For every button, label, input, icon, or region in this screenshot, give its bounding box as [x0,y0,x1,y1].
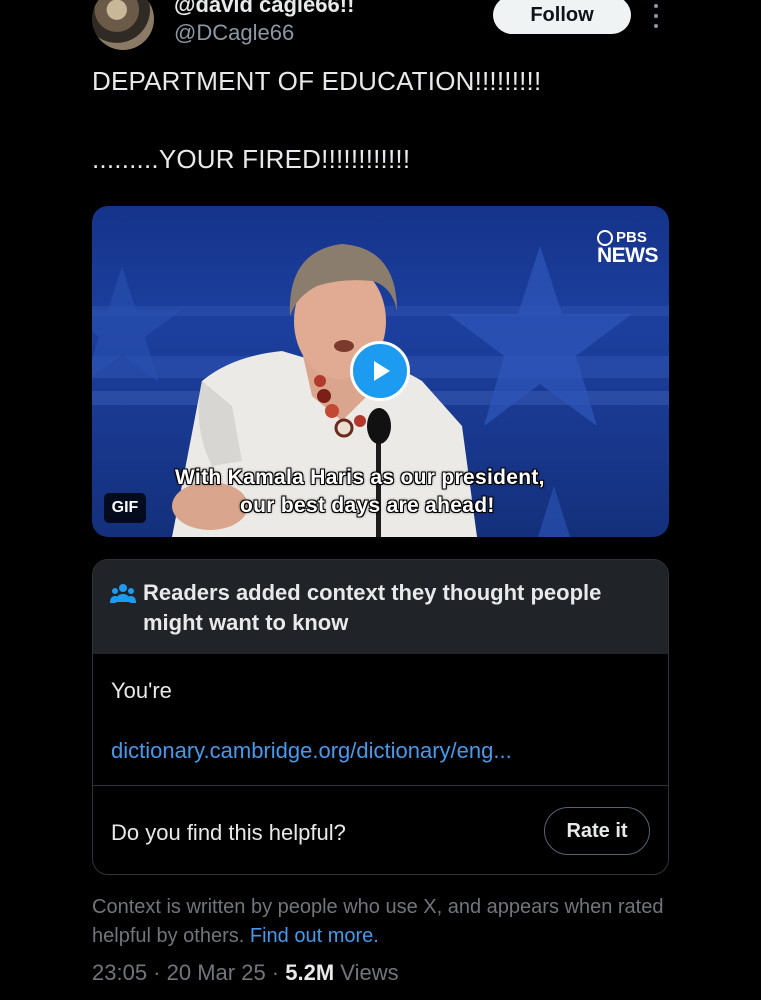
video-caption-line-1: With Kamala Haris as our president, [175,466,545,489]
pbs-news-logo: PBS NEWS [597,229,659,268]
tweet-meta: 23:05 · 20 Mar 25 · 5.2M Views [92,960,399,985]
avatar[interactable] [92,0,154,50]
author-handle[interactable]: @DCagle66 [174,20,294,46]
play-button[interactable] [350,341,410,401]
tweet-time[interactable]: 23:05 [92,960,147,985]
context-footer-note: Context is written by people who use X, … [92,893,672,951]
tweet-date[interactable]: 20 Mar 25 [167,960,266,985]
author-display-name[interactable]: @david cagle66!! [174,0,354,18]
helpful-question: Do you find this helpful? [111,820,346,845]
news-logo-text: NEWS [597,244,659,267]
more-options-icon[interactable] [650,4,662,28]
follow-button[interactable]: Follow [493,0,631,34]
video-caption-line-2: our best days are ahead! [240,494,495,517]
views-label: Views [340,960,399,985]
community-note-card: Readers added context they thought peopl… [92,559,669,875]
gif-badge: GIF [104,493,146,523]
find-out-more-link[interactable]: Find out more. [250,925,379,947]
star-shape [538,486,570,537]
divider [93,785,668,786]
tweet-text-line-1: DEPARTMENT OF EDUCATION!!!!!!!!! [92,66,542,96]
people-icon [110,582,136,611]
community-note-title: Readers added context they thought peopl… [143,580,602,635]
community-note-body: You're [111,678,172,703]
community-note-link[interactable]: dictionary.cambridge.org/dictionary/eng.… [111,738,512,764]
rate-it-button[interactable]: Rate it [544,807,650,855]
tweet-text-line-2: .........YOUR FIRED!!!!!!!!!!!! [92,144,411,174]
views-count[interactable]: 5.2M [285,960,334,985]
play-icon [374,361,390,381]
